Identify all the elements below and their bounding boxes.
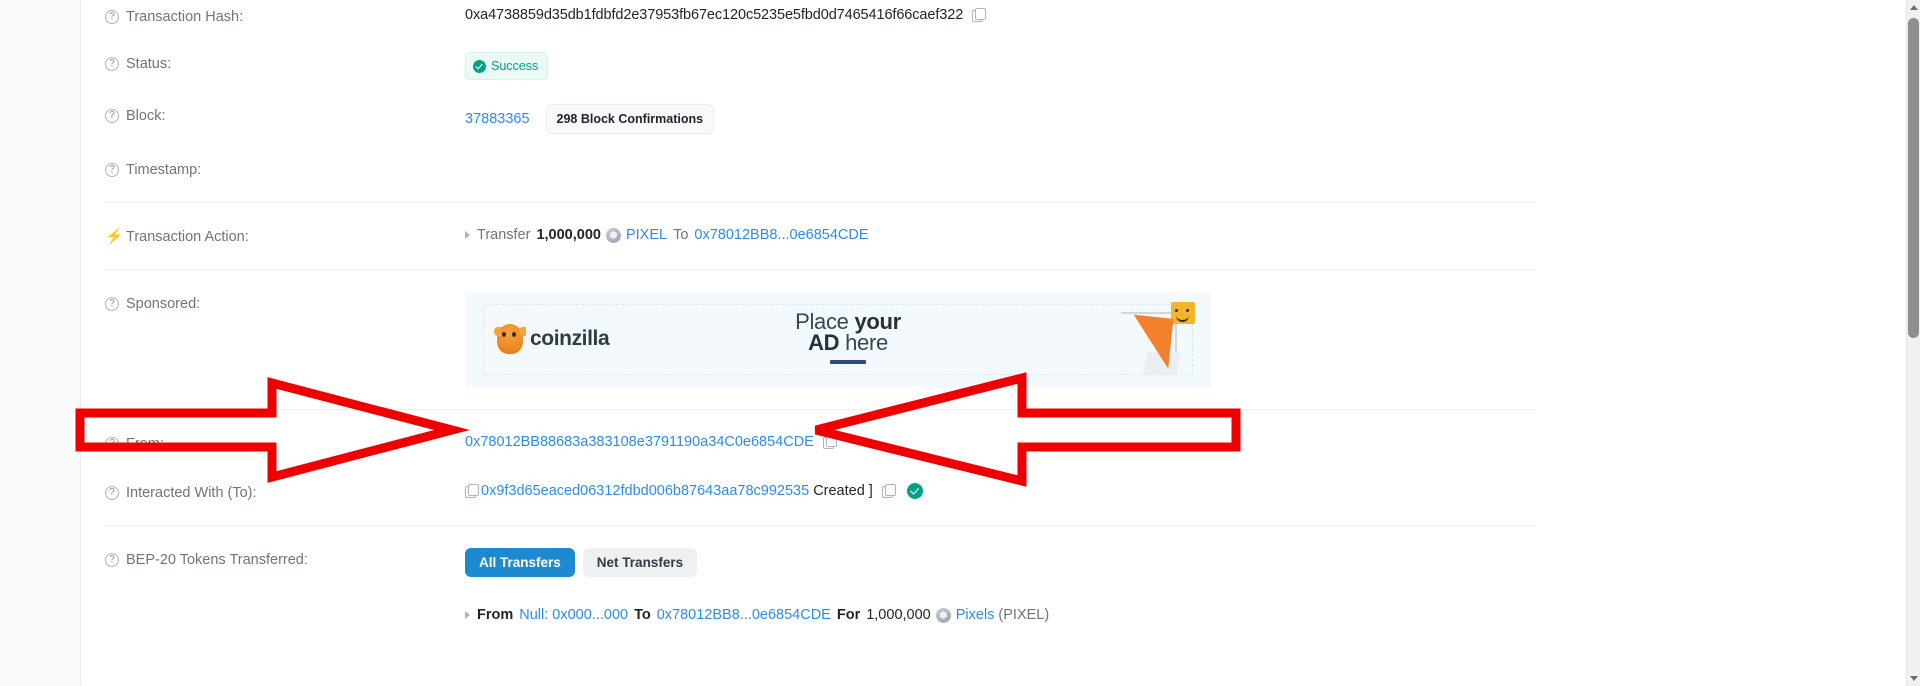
transfer-to-word: To	[634, 607, 651, 623]
vertical-scrollbar[interactable]	[1906, 0, 1920, 686]
bep20-tabs-group: All Transfers Net Transfers	[465, 548, 1535, 577]
help-question-icon[interactable]: ?	[105, 163, 119, 177]
pixel-token-icon	[605, 227, 621, 243]
ad-cursor-graphic	[1115, 302, 1195, 380]
transfer-for-word: For	[836, 607, 861, 623]
transfer-from-address-link[interactable]: Null: 0x000...000	[519, 605, 628, 625]
right-edge-strip	[1550, 0, 1906, 686]
bep20-label: BEP-20 Tokens Transferred:	[126, 552, 308, 568]
status-label: Status:	[126, 56, 172, 72]
ad-headline-line2: AD here	[808, 330, 888, 355]
from-label: From:	[126, 436, 164, 452]
help-question-icon[interactable]: ?	[105, 57, 119, 71]
interacted-with-label-group: ? Interacted With (To):	[105, 481, 465, 503]
status-badge-label: Success	[491, 59, 539, 73]
copy-icon[interactable]	[972, 8, 987, 22]
chevron-right-icon[interactable]	[465, 231, 470, 239]
transaction-details-card: ? Transaction Hash: 0xa4738859d35db1fdbf…	[80, 0, 1560, 686]
scrollbar-thumb[interactable]	[1908, 18, 1919, 338]
ad-headline: Place your AD here	[748, 309, 948, 364]
bep20-transfer-spacer	[105, 605, 465, 607]
action-to-address-link[interactable]: 0x78012BB8...0e6854CDE	[694, 225, 868, 245]
ad-underline	[830, 360, 866, 364]
help-question-icon[interactable]: ?	[105, 297, 119, 311]
interacted-with-value-group: 0x9f3d65eaced06312fdbd006b87643aa78c9925…	[465, 481, 1535, 501]
created-tag: Created ]	[813, 483, 873, 499]
transaction-hash-label: Transaction Hash:	[126, 9, 244, 25]
action-token-link[interactable]: PIXEL	[626, 225, 667, 245]
help-question-icon[interactable]: ?	[105, 486, 119, 500]
coinzilla-brand-text: coinzilla	[530, 327, 610, 350]
row-transaction-hash: ? Transaction Hash: 0xa4738859d35db1fdbf…	[81, 0, 1559, 40]
block-number-link[interactable]: 37883365	[465, 109, 530, 129]
coinzilla-mascot-icon	[494, 324, 523, 354]
row-block: ? Block: 37883365 298 Block Confirmation…	[81, 92, 1559, 146]
transfer-amount: 1,000,000	[866, 607, 931, 623]
block-label: Block:	[126, 108, 166, 124]
status-value-group: Success	[465, 52, 1535, 80]
lightning-bolt-icon: ⚡	[105, 228, 124, 245]
transaction-action-label: Transaction Action:	[126, 229, 249, 245]
ad-headline-line1: Place your	[795, 309, 901, 334]
scroll-up-arrow-icon[interactable]	[1910, 5, 1918, 10]
row-transaction-action: ⚡ Transaction Action: Transfer 1,000,000…	[81, 203, 1559, 269]
transfer-token-name-link[interactable]: Pixels	[956, 605, 995, 625]
sponsored-label: Sponsored:	[126, 296, 201, 312]
block-value-group: 37883365 298 Block Confirmations	[465, 104, 1535, 134]
from-value-group: 0x78012BB88683a383108e3791190a34C0e6854C…	[465, 432, 1535, 452]
help-question-icon[interactable]: ?	[105, 437, 119, 451]
transfer-to-address-link[interactable]: 0x78012BB8...0e6854CDE	[657, 605, 831, 625]
transaction-action-value-group: Transfer 1,000,000 PIXEL To 0x78012BB8..…	[465, 225, 1535, 245]
help-question-icon[interactable]: ?	[105, 109, 119, 123]
chevron-right-icon[interactable]	[465, 611, 470, 619]
status-badge: Success	[465, 52, 549, 80]
tab-all-transfers[interactable]: All Transfers	[465, 548, 575, 577]
transfer-from-word: From	[477, 607, 514, 623]
transaction-action-label-group: ⚡ Transaction Action:	[105, 225, 465, 247]
bep20-transfer-detail: From Null: 0x000...000 To 0x78012BB8...0…	[465, 605, 1535, 625]
verified-contract-icon	[906, 483, 923, 499]
scroll-down-arrow-icon[interactable]	[1910, 676, 1918, 681]
interacted-with-address-link[interactable]: 0x9f3d65eaced06312fdbd006b87643aa78c9925…	[481, 481, 809, 501]
help-question-icon[interactable]: ?	[105, 553, 119, 567]
action-to-word: To	[673, 227, 689, 243]
transaction-hash-value-group: 0xa4738859d35db1fdbfd2e37953fb67ec120c52…	[465, 5, 1535, 25]
tab-net-transfers[interactable]: Net Transfers	[582, 548, 698, 577]
row-bep20-transfer-item: From Null: 0x000...000 To 0x78012BB8...0…	[81, 585, 1559, 641]
row-sponsored: ? Sponsored: coinzilla Place your AD her…	[81, 270, 1559, 409]
from-address-link[interactable]: 0x78012BB88683a383108e3791190a34C0e6854C…	[465, 432, 814, 452]
block-label-group: ? Block:	[105, 104, 465, 126]
block-confirmations-badge: 298 Block Confirmations	[545, 104, 715, 134]
copy-icon[interactable]	[881, 484, 896, 498]
status-label-group: ? Status:	[105, 52, 465, 74]
coinzilla-logo: coinzilla	[494, 324, 610, 354]
transaction-hash-value: 0xa4738859d35db1fdbfd2e37953fb67ec120c52…	[465, 7, 964, 23]
transaction-details-page: ? Transaction Hash: 0xa4738859d35db1fdbf…	[0, 0, 1920, 686]
contract-icon	[465, 484, 479, 498]
pixel-token-icon	[935, 607, 951, 623]
sponsored-ad-banner[interactable]: coinzilla Place your AD here	[465, 292, 1211, 387]
row-status: ? Status: Success	[81, 40, 1559, 92]
interacted-with-label: Interacted With (To):	[126, 485, 257, 501]
sponsored-value-group: coinzilla Place your AD here	[465, 292, 1535, 387]
transaction-hash-label-group: ? Transaction Hash:	[105, 5, 465, 27]
row-timestamp: ? Timestamp:	[81, 146, 1559, 202]
row-interacted-with: ? Interacted With (To): 0x9f3d65eaced063…	[81, 467, 1559, 525]
timestamp-label-group: ? Timestamp:	[105, 158, 465, 180]
sponsored-label-group: ? Sponsored:	[105, 292, 465, 314]
copy-icon[interactable]	[822, 435, 837, 449]
help-question-icon[interactable]: ?	[105, 10, 119, 24]
check-circle-icon	[473, 59, 486, 73]
timestamp-label: Timestamp:	[126, 162, 202, 178]
row-bep20-tokens: ? BEP-20 Tokens Transferred: All Transfe…	[81, 526, 1559, 585]
from-label-group: ? From:	[105, 432, 465, 454]
action-verb: Transfer	[477, 227, 531, 243]
transfer-token-symbol: (PIXEL)	[998, 607, 1050, 623]
row-from: ? From: 0x78012BB88683a383108e3791190a34…	[81, 410, 1559, 467]
ad-cursor-arrow-icon	[1116, 313, 1174, 369]
bep20-label-group: ? BEP-20 Tokens Transferred:	[105, 548, 465, 570]
ad-flag-icon	[1171, 302, 1195, 324]
action-amount: 1,000,000	[536, 227, 601, 243]
